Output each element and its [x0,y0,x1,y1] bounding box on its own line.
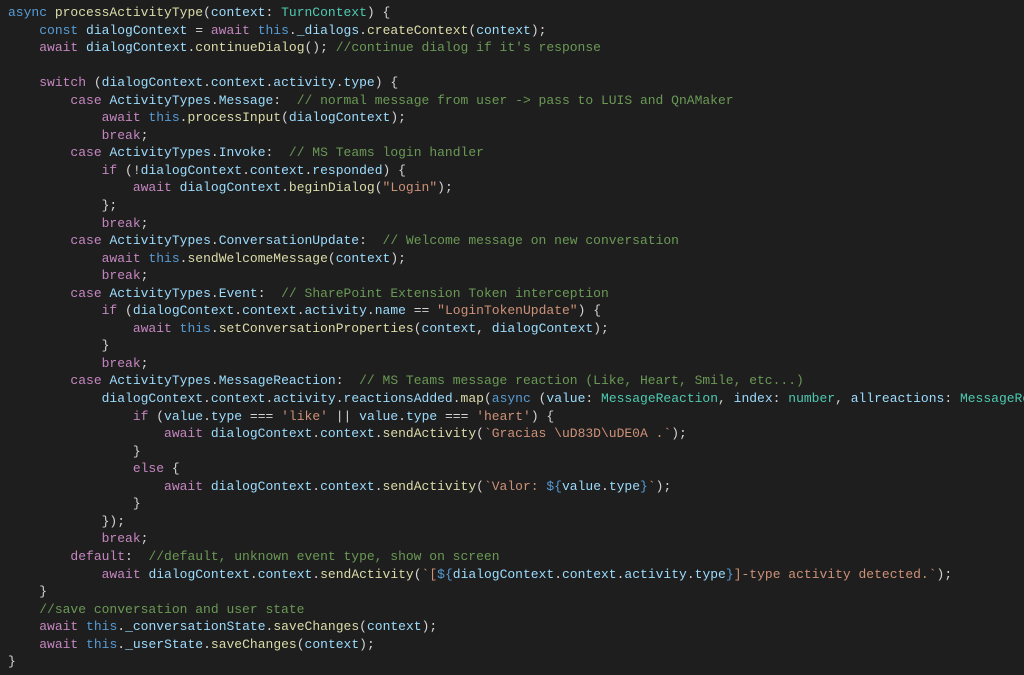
code-editor[interactable]: async processActivityType(context: TurnC… [8,4,1016,671]
code-line: await dialogContext.context.sendActivity… [8,426,687,441]
code-line: await this._userState.saveChanges(contex… [8,637,375,652]
code-line: await dialogContext.beginDialog("Login")… [8,180,453,195]
code-line: else { [8,461,180,476]
code-line: if (value.type === 'like' || value.type … [8,409,554,424]
code-line: await dialogContext.context.sendActivity… [8,479,671,494]
code-line: await this._conversationState.saveChange… [8,619,437,634]
code-line: break; [8,216,148,231]
code-line: }; [8,198,117,213]
code-line: break; [8,356,148,371]
code-line: await dialogContext.continueDialog(); //… [8,40,601,55]
code-line: await dialogContext.context.sendActivity… [8,567,952,582]
code-line: case ActivityTypes.Invoke: // MS Teams l… [8,145,484,160]
code-line: break; [8,531,148,546]
code-line: case ActivityTypes.Event: // SharePoint … [8,286,609,301]
code-line: default: //default, unknown event type, … [8,549,500,564]
code-line: } [8,444,141,459]
code-line: case ActivityTypes.Message: // normal me… [8,93,734,108]
code-line: await this.setConversationProperties(con… [8,321,609,336]
code-line: case ActivityTypes.ConversationUpdate: /… [8,233,679,248]
code-line: } [8,338,109,353]
code-line: const dialogContext = await this._dialog… [8,23,546,38]
code-line: async processActivityType(context: TurnC… [8,5,390,20]
code-line: await this.processInput(dialogContext); [8,110,406,125]
code-line: break; [8,268,148,283]
code-line: if (dialogContext.context.activity.name … [8,303,601,318]
code-line: break; [8,128,148,143]
code-line: } [8,584,47,599]
code-line: //save conversation and user state [8,602,304,617]
code-line: case ActivityTypes.MessageReaction: // M… [8,373,804,388]
code-line: } [8,496,141,511]
code-line: switch (dialogContext.context.activity.t… [8,75,398,90]
code-line: await this.sendWelcomeMessage(context); [8,251,406,266]
code-line: } [8,654,16,669]
code-line: dialogContext.context.activity.reactions… [8,391,1024,406]
code-line: if (!dialogContext.context.responded) { [8,163,406,178]
code-line: }); [8,514,125,529]
